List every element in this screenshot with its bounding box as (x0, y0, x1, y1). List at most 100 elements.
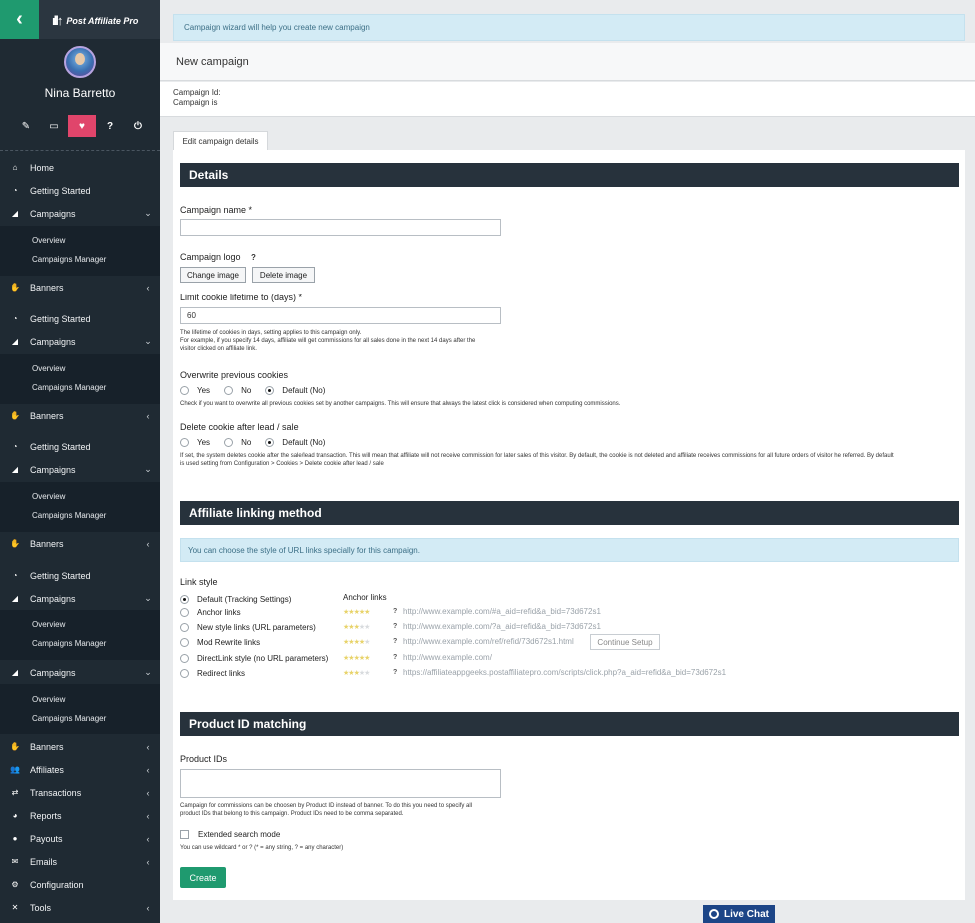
sidebar-item-payouts[interactable]: ● Payouts ‹ (0, 827, 160, 850)
monitor-icon[interactable]: ▭ (40, 115, 68, 137)
link-style-radio[interactable] (180, 653, 189, 663)
product-ids-input[interactable] (180, 769, 501, 798)
sidebar-item-label: Affiliates (30, 764, 64, 775)
sidebar-item-getting-started[interactable]: ◔ Getting Started (0, 564, 160, 587)
delete-cookie-hint-line-2: is used setting from Configuration > Coo… (180, 461, 384, 467)
link-style-row[interactable]: New style links (URL parameters) (180, 621, 316, 633)
pencil-icon[interactable]: ✎ (12, 115, 40, 137)
sidebar-item-banners[interactable]: ✋ Banners ‹ (0, 735, 160, 758)
option-label: No (241, 438, 252, 447)
help-icon[interactable]: ? (393, 654, 397, 661)
help-icon[interactable]: ? (393, 638, 397, 645)
sidebar-item-label: Campaigns (30, 464, 76, 475)
sidebar-item-label: Home (30, 162, 55, 173)
link-style-label: Anchor links (197, 607, 241, 617)
sidebar-item-label: Getting Started (30, 441, 91, 452)
rating-stars: ★★★★★ (343, 654, 370, 662)
sidebar-item-getting-started[interactable]: ◔ Getting Started (0, 179, 160, 202)
option-label: Default (No) (282, 438, 326, 447)
app-logo[interactable]: ıll↑ Post Affiliate Pro (52, 13, 138, 28)
sidebar-item-getting-started[interactable]: ◔ Getting Started (0, 307, 160, 330)
page-title: New campaign (160, 43, 975, 81)
sidebar-submenu (0, 482, 160, 532)
change-image-button[interactable]: Change image (180, 267, 246, 283)
sidebar-item-reports[interactable]: ◕ Reports ‹ (0, 804, 160, 827)
extended-search-row: Extended search mode (180, 830, 280, 839)
link-style-radio[interactable] (180, 637, 189, 647)
link-style-label: Link style (180, 577, 218, 587)
sidebar-subitem-overview[interactable]: Overview (32, 620, 65, 629)
sidebar-subitem-overview[interactable]: Overview (32, 364, 65, 373)
live-chat-label: Live Chat (723, 908, 769, 920)
help-icon[interactable]: ? (393, 669, 397, 676)
avatar[interactable] (64, 46, 96, 78)
help-icon[interactable]: ? (96, 115, 124, 137)
sidebar-subitem-overview[interactable]: Overview (32, 492, 65, 501)
chevron-left-icon: ‹ (146, 741, 150, 752)
sidebar-item-label: Getting Started (30, 313, 91, 324)
sidebar-subitem-campaigns-manager[interactable]: Campaigns Manager (32, 255, 106, 264)
live-chat-button[interactable]: Live Chat (703, 905, 775, 923)
product-ids-label: Product IDs (180, 754, 228, 764)
chevron-left-icon: ‹ (146, 833, 150, 844)
sidebar-item-tools[interactable]: ✕ Tools ‹ (0, 896, 160, 919)
sidebar-subitem-campaigns-manager[interactable]: Campaigns Manager (32, 511, 106, 520)
sidebar-item-campaigns[interactable]: ◢ Campaigns ⌄ (0, 661, 160, 684)
sidebar-item-configuration[interactable]: ⚙ Configuration (0, 873, 160, 896)
delete-image-button[interactable]: Delete image (252, 267, 315, 283)
link-style-radio[interactable] (180, 622, 189, 632)
link-style-row[interactable]: Anchor links (180, 606, 241, 618)
campaigns-icon: ◢ (11, 337, 19, 346)
sidebar-item-getting-started[interactable]: ◔ Getting Started (0, 435, 160, 458)
sidebar-item-campaigns[interactable]: ◢ Campaigns ⌄ (0, 330, 160, 353)
sidebar-item-affiliates[interactable]: 👥 Affiliates ‹ (0, 758, 160, 781)
power-icon[interactable]: ⏻ (124, 115, 152, 137)
delete-cookie-default-radio[interactable] (265, 438, 275, 447)
create-button[interactable]: Create (180, 867, 226, 888)
overwrite-no-radio[interactable] (224, 386, 234, 395)
sidebar-subitem-overview[interactable]: Overview (32, 236, 65, 245)
sidebar-item-banners[interactable]: ✋ Banners ‹ (0, 532, 160, 555)
sidebar-item-campaigns[interactable]: ◢ Campaigns ⌄ (0, 587, 160, 610)
cookie-hint-line-3: visitor clicked on affiliate link. (180, 346, 257, 352)
extended-search-checkbox[interactable] (180, 830, 189, 839)
heart-icon[interactable]: ♥ (68, 115, 96, 137)
campaign-name-input[interactable] (180, 219, 501, 236)
help-icon[interactable]: ? (393, 608, 397, 615)
overwrite-yes-radio[interactable] (180, 386, 189, 395)
link-style-row[interactable]: Default (Tracking Settings) (180, 593, 291, 605)
sidebar-subitem-campaigns-manager[interactable]: Campaigns Manager (32, 383, 106, 392)
cookie-lifetime-input[interactable] (180, 307, 501, 324)
link-style-radio[interactable] (180, 594, 189, 604)
link-style-radio[interactable] (180, 607, 189, 617)
sidebar-subitem-campaigns-manager[interactable]: Campaigns Manager (32, 714, 106, 723)
sidebar-item-transactions[interactable]: ⇄ Transactions ‹ (0, 781, 160, 804)
help-icon[interactable]: ? (251, 253, 256, 262)
chevron-down-icon: ⌄ (144, 593, 152, 603)
link-style-example-url: http://www.example.com/#a_aid=refid&a_bi… (403, 607, 601, 616)
sidebar-subitem-campaigns-manager[interactable]: Campaigns Manager (32, 639, 106, 648)
help-icon[interactable]: ? (393, 623, 397, 630)
sidebar-item-campaigns[interactable]: ◢ Campaigns ⌄ (0, 202, 160, 225)
tab-edit-campaign-details[interactable]: Edit campaign details (173, 131, 268, 150)
banners-icon: ✋ (10, 742, 20, 751)
sidebar-item-banners[interactable]: ✋ Banners ‹ (0, 276, 160, 299)
sidebar-subitem-overview[interactable]: Overview (32, 695, 65, 704)
link-style-row[interactable]: Redirect links (180, 667, 245, 679)
overwrite-cookies-label: Overwrite previous cookies (180, 370, 289, 380)
link-style-radio[interactable] (180, 668, 189, 678)
link-style-row[interactable]: Mod Rewrite links (180, 636, 260, 648)
delete-cookie-no-radio[interactable] (224, 438, 234, 447)
logo-text: Post Affiliate Pro (66, 15, 139, 26)
sidebar-item-campaigns[interactable]: ◢ Campaigns ⌄ (0, 458, 160, 481)
overwrite-default-radio[interactable] (265, 386, 275, 395)
sidebar-item-emails[interactable]: ✉ Emails ‹ (0, 850, 160, 873)
delete-cookie-yes-radio[interactable] (180, 438, 189, 447)
banners-icon: ✋ (10, 283, 20, 292)
continue-setup-button[interactable]: Continue Setup (590, 634, 660, 650)
sidebar-item-banners[interactable]: ✋ Banners ‹ (0, 404, 160, 427)
sidebar-item-home[interactable]: ⌂ Home (0, 156, 160, 179)
link-style-row[interactable]: DirectLink style (no URL parameters) (180, 652, 328, 664)
main-content: Campaign wizard will help you create new… (160, 0, 975, 923)
back-button[interactable]: ‹ (0, 0, 39, 39)
